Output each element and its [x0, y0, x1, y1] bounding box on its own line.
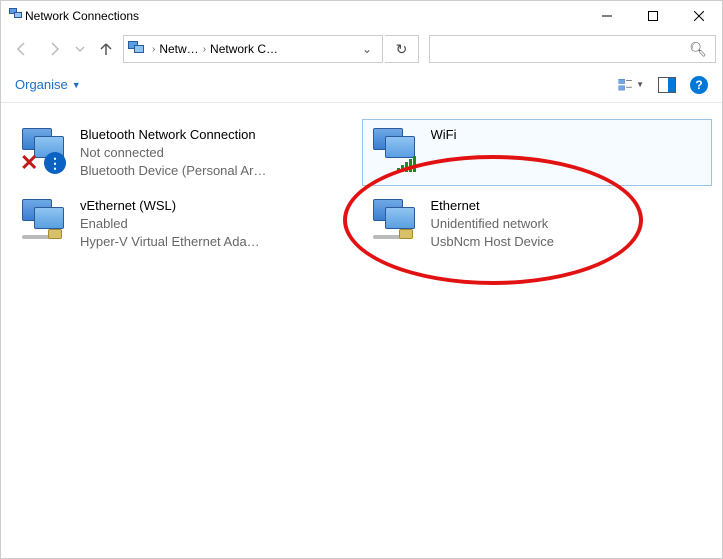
connection-name: vEthernet (WSL) — [80, 197, 260, 214]
connection-device: UsbNcm Host Device — [431, 233, 555, 250]
help-button[interactable]: ? — [690, 76, 708, 94]
organise-label: Organise — [15, 77, 68, 92]
organise-menu[interactable]: Organise ▼ — [15, 77, 81, 92]
content-area: ✕ ⋮ Bluetooth Network Connection Not con… — [1, 103, 722, 558]
chevron-right-icon[interactable]: › — [199, 44, 210, 55]
search-icon: 🔍︎ — [689, 41, 707, 58]
window-frame: Network Connections › Netw… › Network C…… — [0, 0, 723, 559]
breadcrumb-part[interactable]: Netw… — [159, 42, 198, 56]
ethernet-adapter-icon — [20, 197, 68, 245]
connection-device: Hyper-V Virtual Ethernet Ada… — [80, 233, 260, 250]
address-bar[interactable]: › Netw… › Network C… ⌄ — [123, 35, 383, 63]
bluetooth-adapter-icon: ✕ ⋮ — [20, 126, 68, 174]
chevron-down-icon[interactable]: ⌄ — [356, 42, 378, 56]
preview-pane-button[interactable] — [654, 74, 680, 96]
connection-name: Bluetooth Network Connection — [80, 126, 266, 143]
chevron-down-icon: ▼ — [72, 80, 81, 90]
refresh-button[interactable]: ↻ — [385, 35, 419, 63]
maximize-button[interactable] — [630, 1, 676, 31]
chevron-right-icon[interactable]: › — [148, 44, 159, 55]
minimize-button[interactable] — [584, 1, 630, 31]
connection-status: Enabled — [80, 215, 260, 232]
up-button[interactable] — [91, 35, 121, 63]
breadcrumb-part[interactable]: Network C… — [210, 42, 278, 56]
window-title: Network Connections — [25, 9, 584, 23]
connection-name: WiFi — [431, 126, 457, 143]
signal-bars-icon — [397, 156, 416, 172]
search-input[interactable]: 🔍︎ — [429, 35, 716, 63]
disabled-x-icon: ✕ — [20, 154, 40, 174]
connection-status: Unidentified network — [431, 215, 555, 232]
wifi-adapter-icon — [371, 126, 419, 174]
connection-item-wifi[interactable]: WiFi — [362, 119, 713, 186]
navigation-bar: › Netw… › Network C… ⌄ ↻ 🔍︎ — [1, 31, 722, 67]
command-bar: Organise ▼ ▼ ? — [1, 67, 722, 103]
close-button[interactable] — [676, 1, 722, 31]
bluetooth-icon: ⋮ — [44, 152, 66, 174]
connection-status: Not connected — [80, 144, 266, 161]
connection-item-vethernet[interactable]: vEthernet (WSL) Enabled Hyper-V Virtual … — [11, 190, 362, 257]
network-connections-icon — [9, 8, 25, 24]
connection-item-ethernet[interactable]: Ethernet Unidentified network UsbNcm Hos… — [362, 190, 713, 257]
connection-name: Ethernet — [431, 197, 555, 214]
view-options-button[interactable]: ▼ — [618, 74, 644, 96]
recent-locations-button[interactable] — [71, 35, 89, 63]
connection-item-bluetooth[interactable]: ✕ ⋮ Bluetooth Network Connection Not con… — [11, 119, 362, 186]
ethernet-adapter-icon — [371, 197, 419, 245]
forward-button[interactable] — [39, 35, 69, 63]
network-connections-icon — [128, 41, 146, 57]
title-bar: Network Connections — [1, 1, 722, 31]
back-button[interactable] — [7, 35, 37, 63]
connection-device: Bluetooth Device (Personal Ar… — [80, 162, 266, 179]
connection-list: ✕ ⋮ Bluetooth Network Connection Not con… — [11, 119, 712, 257]
